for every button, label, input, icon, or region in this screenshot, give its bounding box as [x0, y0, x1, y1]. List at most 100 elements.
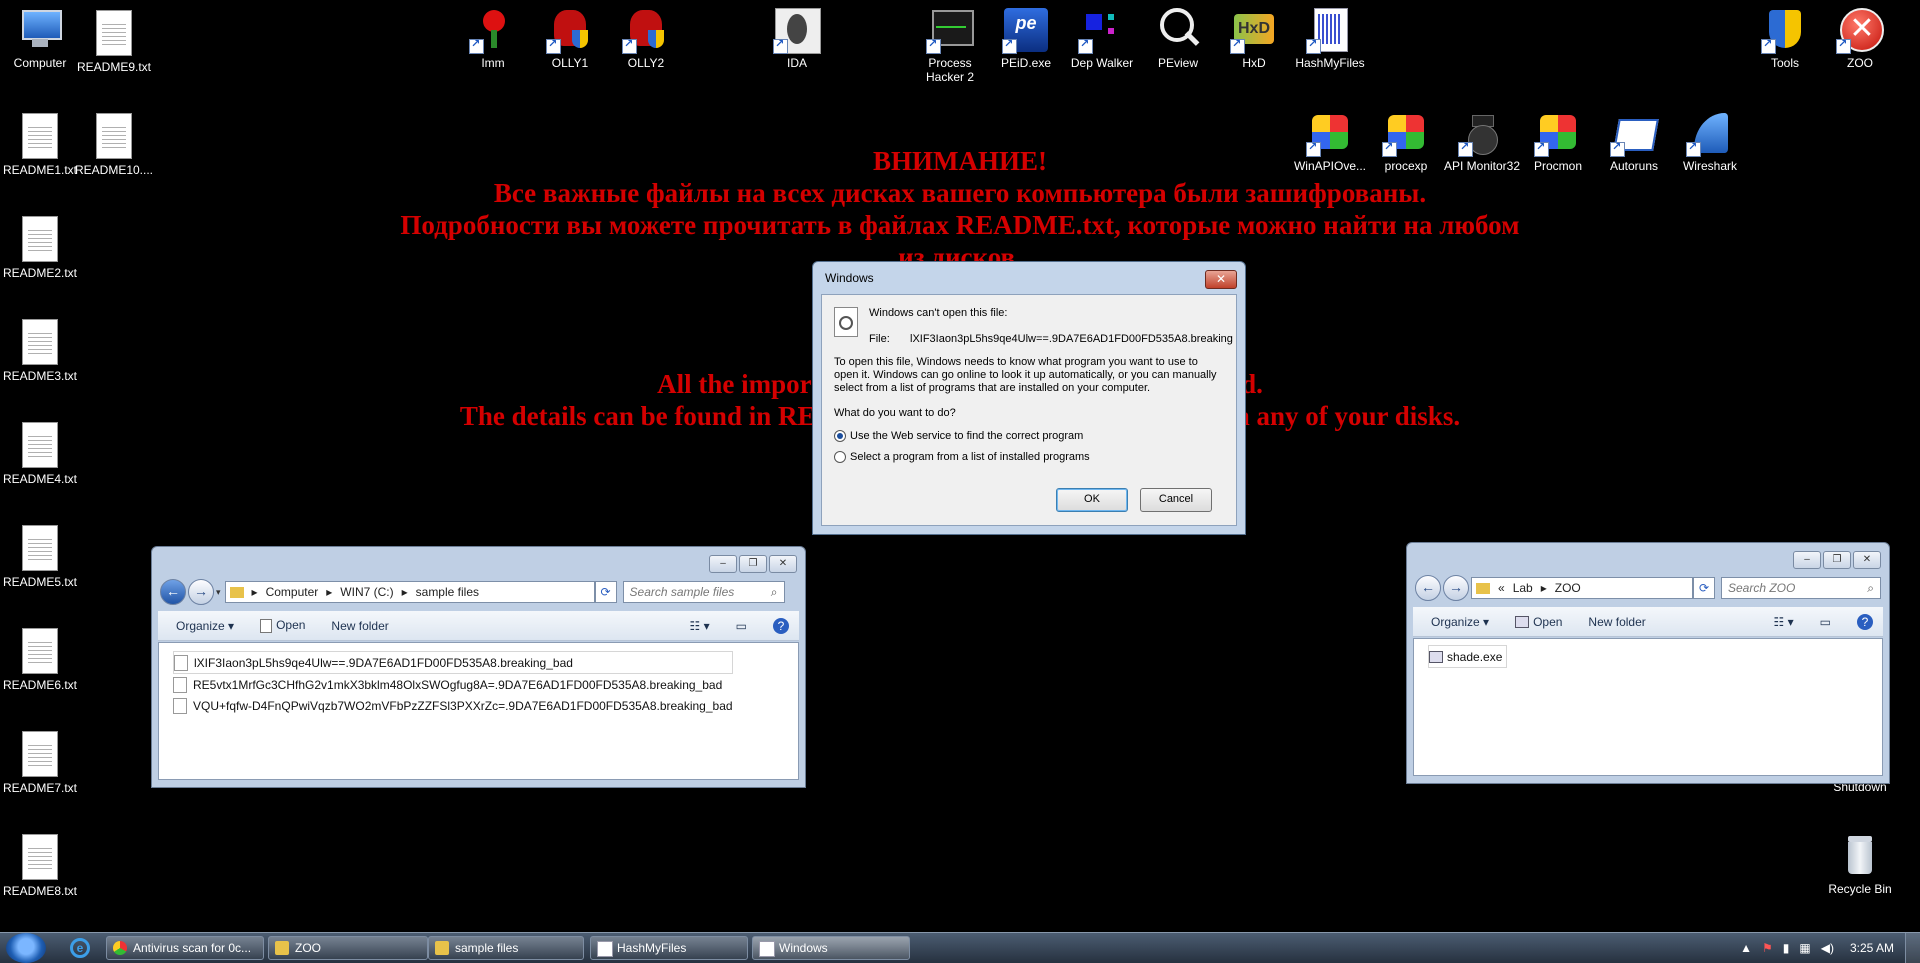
show-hidden-icons-icon[interactable]: ▲	[1740, 933, 1752, 963]
file-item[interactable]: lXIF3Iaon3pL5hs9qe4Ulw==.9DA7E6AD1FD00FD…	[173, 651, 733, 674]
chrome-icon	[113, 941, 127, 955]
refresh-button[interactable]: ⟳	[594, 581, 617, 603]
file-item[interactable]: RE5vtx1MrfGc3CHfhG2v1mkX3bklm48OlxSWOgfu…	[173, 674, 733, 695]
new-folder-button[interactable]: New folder	[1588, 615, 1645, 629]
close-button[interactable]: ✕	[769, 555, 797, 573]
recent-pages-icon[interactable]: ▾	[216, 587, 221, 598]
desktop-icon-peid[interactable]: pe PEiD.exe	[986, 6, 1066, 70]
desktop-icon-olly2[interactable]: OLLY2	[606, 6, 686, 70]
minimize-button[interactable]: –	[1793, 551, 1821, 569]
desktop-icon-dep-walker[interactable]: Dep Walker	[1062, 6, 1142, 70]
address-bar[interactable]: ▸ Computer ▸ WIN7 (C:) ▸ sample files	[224, 581, 595, 603]
internet-explorer-icon[interactable]: e	[70, 938, 90, 958]
ok-button[interactable]: OK	[1056, 488, 1128, 512]
taskbar-item-sample-files[interactable]: sample files	[428, 936, 584, 960]
help-icon[interactable]: ?	[1857, 613, 1873, 630]
network-icon[interactable]: ▦	[1799, 933, 1810, 963]
desktop-icon-label: Dep Walker	[1070, 56, 1134, 70]
desktop-icon-recycle-bin[interactable]: Recycle Bin	[1820, 832, 1900, 896]
desktop-icon-tools[interactable]: Tools	[1745, 6, 1825, 70]
process-hacker-icon	[926, 6, 974, 54]
desktop-icon-computer[interactable]: Computer	[0, 6, 80, 70]
refresh-button[interactable]: ⟳	[1693, 577, 1715, 599]
new-folder-button[interactable]: New folder	[331, 619, 388, 633]
taskbar-item-windows[interactable]: Windows	[752, 936, 910, 960]
taskbar-item-zoo[interactable]: ZOO	[268, 936, 428, 960]
close-button[interactable]: ✕	[1853, 551, 1881, 569]
preview-pane-icon[interactable]: ▭	[736, 619, 747, 633]
taskbar: e Antivirus scan for 0c... ZOO sample fi…	[0, 932, 1920, 963]
desktop-icon-process-hacker[interactable]: Process Hacker 2	[910, 6, 990, 84]
desktop-icon-peview[interactable]: PEview	[1138, 6, 1218, 70]
open-button[interactable]: Open	[1515, 615, 1562, 629]
desktop-icon-label: ZOO	[1847, 56, 1873, 70]
radio-label: Select a program from a list of installe…	[850, 451, 1090, 463]
breadcrumb-item[interactable]: ZOO	[1555, 581, 1581, 595]
file-list-pane[interactable]: shade.exe	[1413, 638, 1883, 776]
open-button-label: Open	[276, 618, 306, 633]
power-icon[interactable]: ▮	[1783, 933, 1790, 963]
dialog-body: Windows can't open this file: File: lXIF…	[821, 294, 1237, 526]
view-options-icon[interactable]: ☷ ▾	[690, 619, 710, 633]
desktop-icon-readme8[interactable]: README8.txt	[0, 834, 80, 898]
dialog-close-button[interactable]: ✕	[1205, 270, 1237, 289]
radio-unselected[interactable]	[834, 451, 846, 464]
organize-button[interactable]: Organize ▾	[176, 619, 234, 633]
forward-button[interactable]: →	[1443, 575, 1469, 601]
show-desktop-button[interactable]	[1905, 933, 1920, 963]
explorer-window-zoo[interactable]: – ❐ ✕ ← → « Lab ▸ ZOO ⟳ Search ZOO Organ…	[1406, 542, 1890, 784]
open-with-dialog[interactable]: Windows ✕ Windows can't open this file: …	[812, 261, 1246, 535]
preview-pane-icon[interactable]: ▭	[1820, 615, 1831, 629]
taskbar-item-hashmyfiles[interactable]: HashMyFiles	[590, 936, 748, 960]
address-bar[interactable]: « Lab ▸ ZOO	[1471, 577, 1693, 599]
desktop-icon-zoo[interactable]: ✕ ZOO	[1820, 6, 1900, 70]
file-label: File:	[869, 333, 890, 345]
desktop-icon-imm[interactable]: Imm	[453, 6, 533, 70]
breadcrumb-item[interactable]: Lab	[1513, 581, 1533, 595]
file-list-pane[interactable]: lXIF3Iaon3pL5hs9qe4Ulw==.9DA7E6AD1FD00FD…	[158, 642, 799, 780]
clock[interactable]: 3:25 AM	[1850, 933, 1894, 963]
desktop-icon-hashmyfiles[interactable]: HashMyFiles	[1290, 6, 1370, 70]
open-button[interactable]: Open	[260, 618, 305, 633]
maximize-button[interactable]: ❐	[1823, 551, 1851, 569]
ollydbg-icon	[546, 6, 594, 54]
folder-icon	[229, 586, 244, 598]
organize-button[interactable]: Organize ▾	[1431, 615, 1489, 629]
back-button[interactable]: ←	[1415, 575, 1441, 601]
explorer-window-sample-files[interactable]: – ❐ ✕ ← → ▾ ▸ Computer ▸ WIN7 (C:) ▸ sam…	[151, 546, 806, 788]
cancel-button[interactable]: Cancel	[1140, 488, 1212, 512]
radio-installed-programs[interactable]: Select a program from a list of installe…	[834, 451, 1090, 464]
help-icon[interactable]: ?	[773, 617, 789, 634]
breadcrumb-item[interactable]: sample files	[416, 585, 479, 599]
search-input[interactable]: Search sample files	[622, 581, 785, 603]
desktop-icon-readme7[interactable]: README7.txt	[0, 731, 80, 795]
view-options-icon[interactable]: ☷ ▾	[1774, 615, 1794, 629]
desktop-icon-hxd[interactable]: HxD HxD	[1214, 6, 1294, 70]
start-button[interactable]	[6, 933, 46, 963]
peid-icon: pe	[1002, 6, 1050, 54]
desktop-icon-ida[interactable]: IDA	[757, 6, 837, 70]
chevron-right-icon: ▸	[251, 585, 258, 599]
minimize-button[interactable]: –	[709, 555, 737, 573]
forward-button[interactable]: →	[188, 579, 214, 605]
dialog-icon	[759, 941, 775, 957]
back-button[interactable]: ←	[160, 579, 186, 605]
action-center-flag-icon[interactable]: ⚑	[1762, 933, 1773, 963]
maximize-button[interactable]: ❐	[739, 555, 767, 573]
desktop-icon-label: HashMyFiles	[1295, 56, 1365, 70]
taskbar-item-antivirus[interactable]: Antivirus scan for 0c...	[106, 936, 264, 960]
breadcrumb-item[interactable]: WIN7 (C:)	[340, 585, 393, 599]
file-item[interactable]: shade.exe	[1428, 645, 1508, 668]
desktop-icon-readme6[interactable]: README6.txt	[0, 628, 80, 692]
breadcrumb-overflow[interactable]: «	[1498, 581, 1505, 595]
desktop-icon-olly1[interactable]: OLLY1	[530, 6, 610, 70]
taskbar-item-label: Windows	[779, 941, 828, 955]
search-input[interactable]: Search ZOO	[1721, 577, 1881, 599]
desktop-icon-readme9[interactable]: README9.txt	[74, 10, 154, 74]
radio-web-service[interactable]: Use the Web service to find the correct …	[834, 430, 1083, 443]
radio-selected[interactable]	[834, 430, 846, 443]
desktop-icon-readme5[interactable]: README5.txt	[0, 525, 80, 589]
volume-icon[interactable]: ◀)	[1821, 933, 1834, 963]
file-item[interactable]: VQU+fqfw-D4FnQPwiVqzb7WO2mVFbPzZZFSl3PXX…	[173, 695, 733, 716]
breadcrumb-item[interactable]: Computer	[266, 585, 319, 599]
